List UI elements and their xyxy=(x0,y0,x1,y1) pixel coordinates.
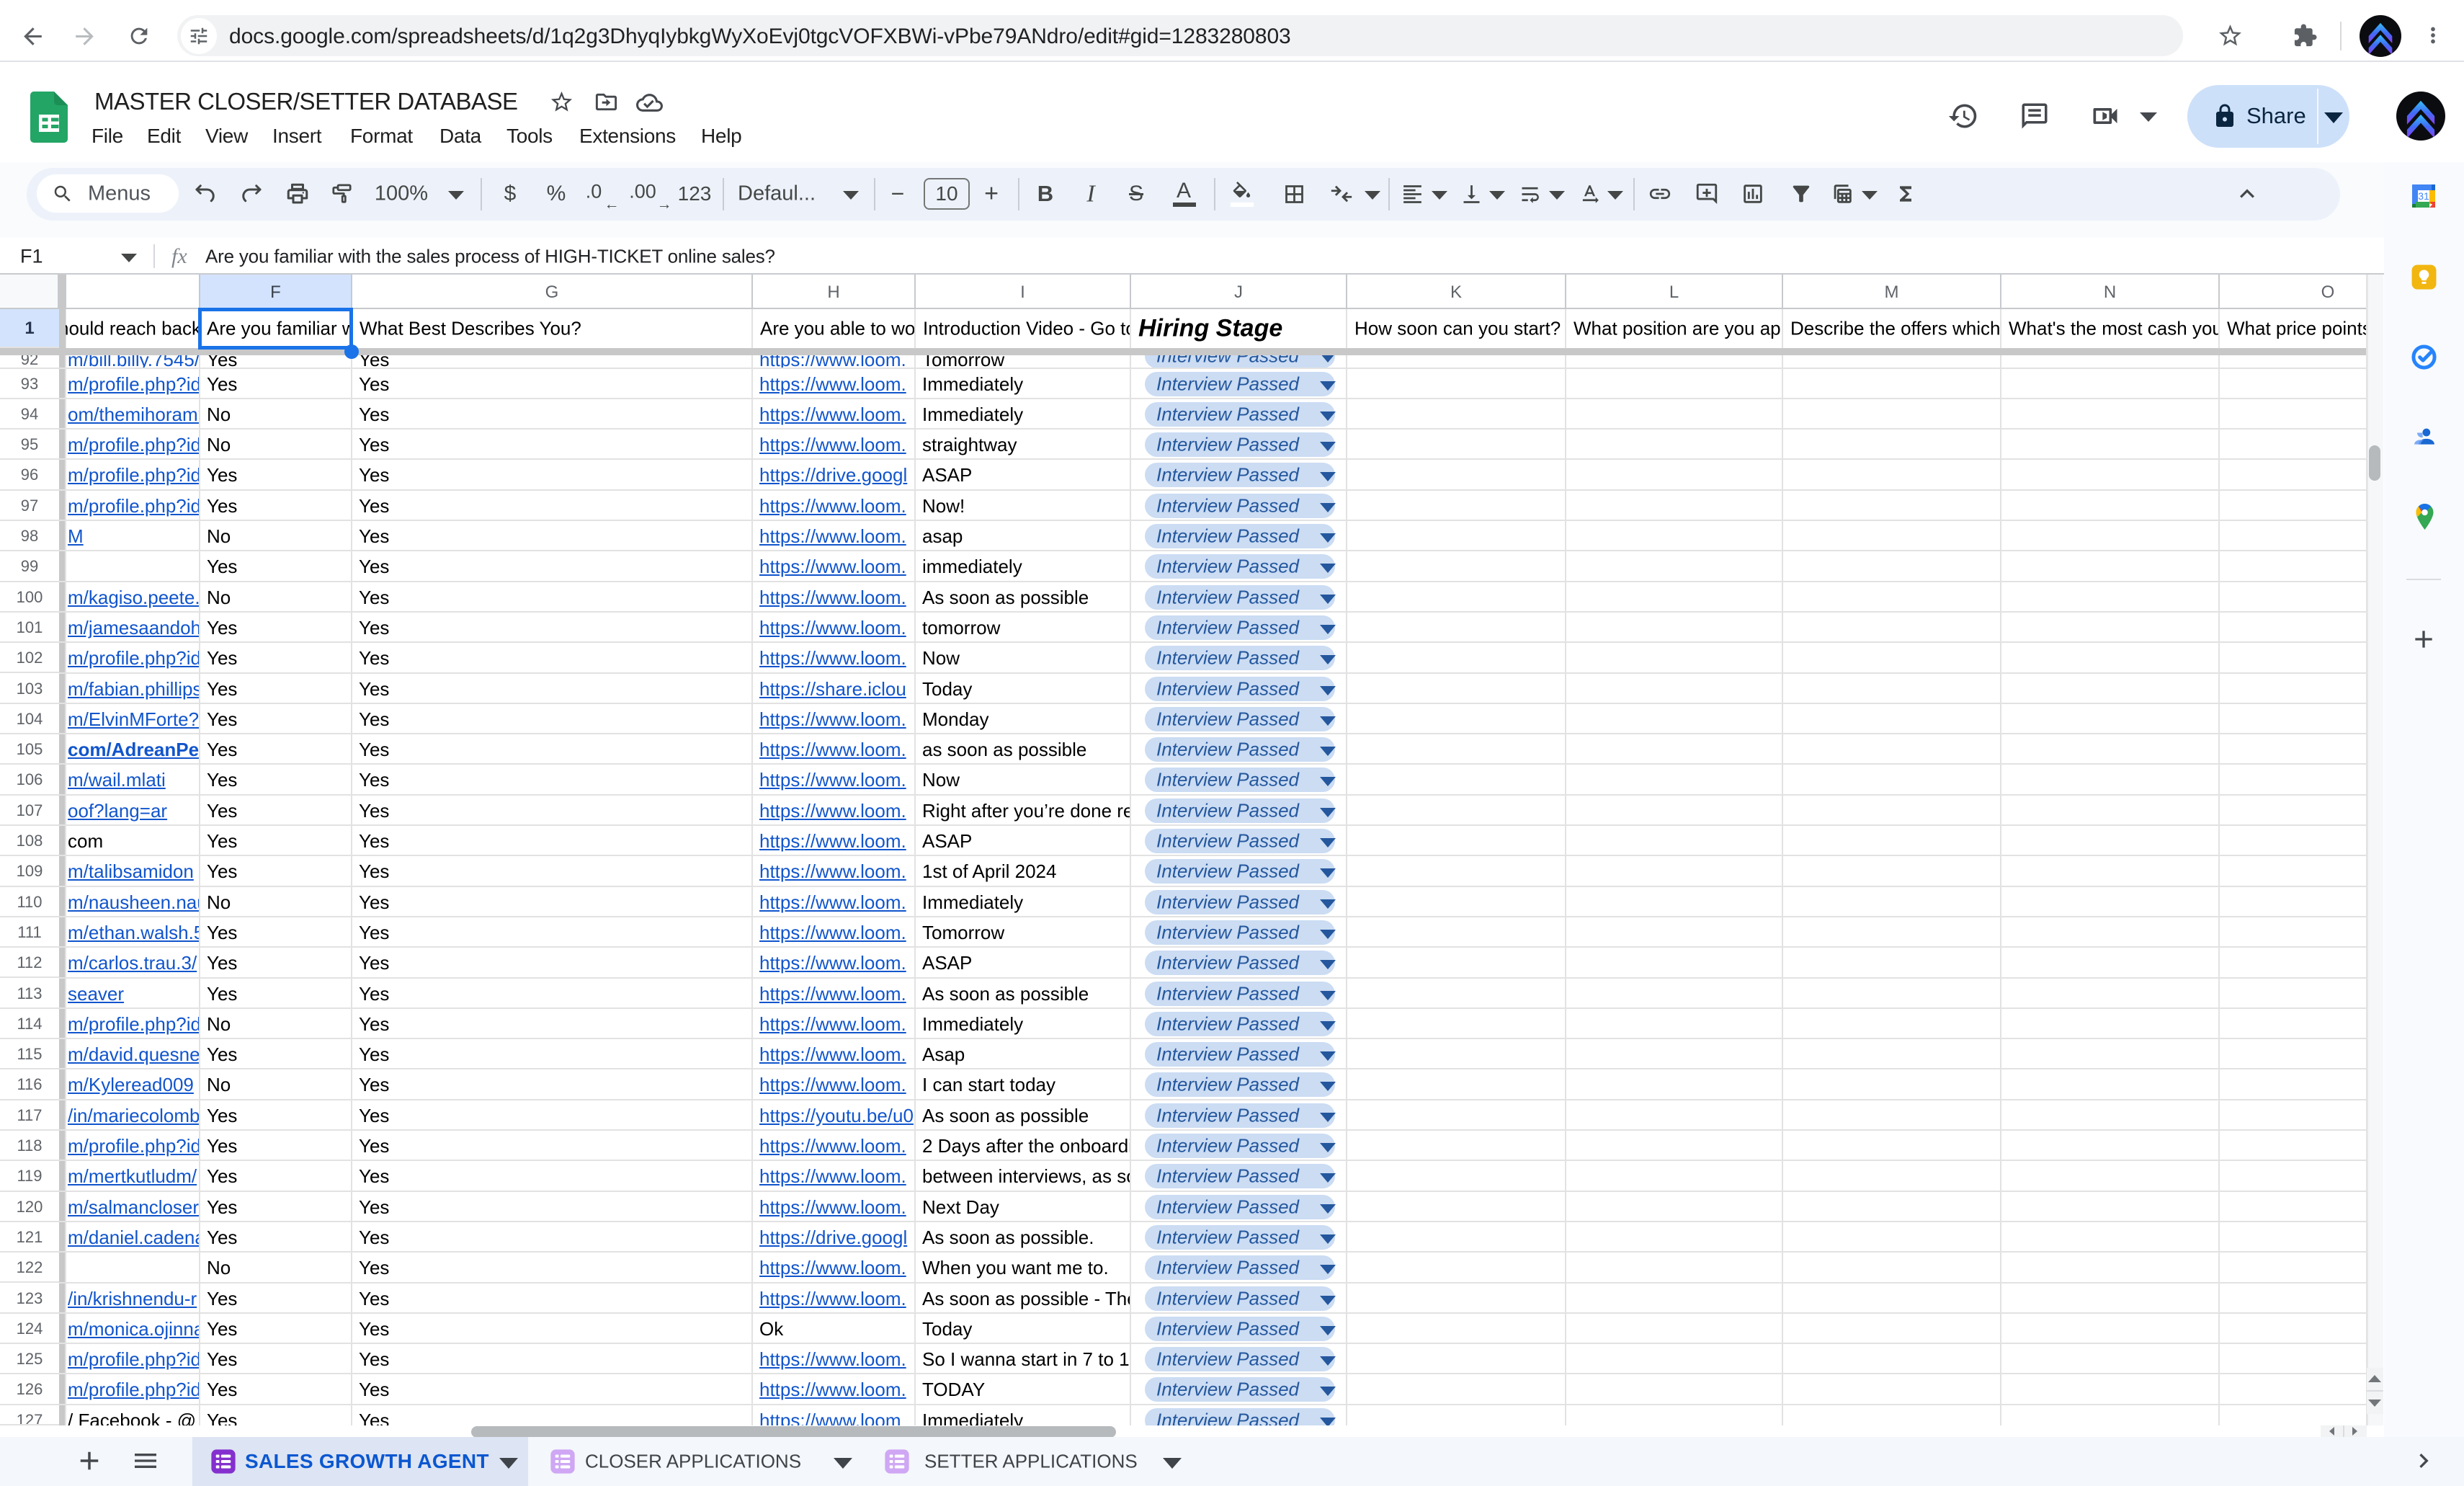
svg-text:31: 31 xyxy=(2418,190,2429,202)
